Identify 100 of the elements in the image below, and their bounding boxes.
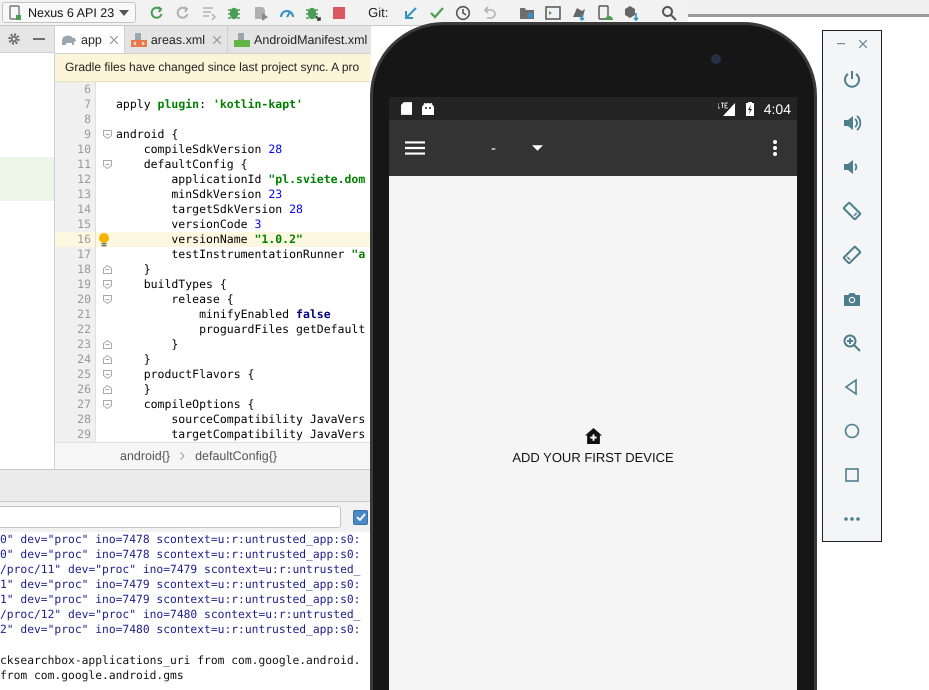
close-icon[interactable] (213, 36, 222, 44)
editor-tab[interactable]: app (55, 26, 125, 53)
sync-notification: Gradle files have changed since last project sync. A pro (55, 54, 371, 82)
code-line: versionCode 3 (170, 217, 262, 232)
editor-tab[interactable]: areas.xml (124, 26, 228, 53)
phone-icon[interactable] (597, 4, 614, 20)
log-line: 1" dev="proc" ino=7479 scontext=u:r:untrusted_app:s0: (0, 577, 362, 592)
lightbulb-icon[interactable] (98, 232, 110, 246)
code-line: release { (170, 292, 234, 307)
fold-marker-icon[interactable] (103, 355, 112, 364)
phone-icon (7, 4, 23, 20)
log-line: /proc/12" dev="proc" ino=7480 scontext=u:r:untrusted_ (0, 607, 362, 622)
home-icon[interactable] (842, 421, 862, 441)
status-time: 4:04 (764, 100, 791, 116)
menu-icon[interactable] (405, 141, 425, 155)
log-line: 0" dev="proc" ino=7478 scontext=u:r:untrusted_app:s0: (0, 532, 362, 547)
add-home-icon[interactable] (584, 428, 602, 444)
rotate-icon[interactable] (842, 245, 862, 265)
battery-charging-icon (746, 102, 754, 116)
breadcrumb[interactable]: defaultConfig{} (195, 448, 278, 462)
chevron-icon (180, 452, 186, 460)
code-line: targetCompatibility JavaVers (170, 427, 366, 442)
close-icon[interactable] (110, 36, 118, 44)
stop-icon[interactable] (331, 4, 348, 20)
overview-icon[interactable] (842, 465, 862, 485)
line-number: 29 (55, 427, 95, 442)
rotate-icon[interactable] (842, 201, 862, 221)
line-number: 12 (55, 172, 95, 187)
clock-icon[interactable] (455, 4, 472, 20)
zoom-icon[interactable] (842, 333, 862, 353)
search-icon[interactable] (661, 4, 678, 20)
line-number: 7 (55, 97, 95, 112)
fold-marker-icon[interactable] (103, 370, 112, 379)
logcat-filter-field[interactable] (0, 506, 341, 528)
code-line: } (170, 337, 178, 352)
code-line: apply plugin: 'kotlin-kapt' (116, 97, 303, 112)
app-title[interactable]: - (491, 140, 496, 156)
fold-marker-icon[interactable] (103, 385, 112, 394)
dropdown-caret-icon (119, 10, 130, 16)
fold-marker-icon[interactable] (103, 130, 112, 139)
volume-up-icon[interactable] (842, 113, 862, 133)
code-line: productFlavors { (142, 367, 254, 382)
log-line: cksearchbox-applications_uri from com.google.android. (0, 653, 362, 668)
power-icon[interactable] (842, 69, 862, 89)
line-number: 15 (55, 217, 95, 232)
regex-checkbox[interactable] (353, 510, 368, 524)
code-line: } (142, 262, 151, 277)
line-number: 21 (55, 307, 95, 322)
editor-tab[interactable]: AndroidManifest.xml (228, 26, 368, 53)
sd-card-icon (401, 102, 412, 115)
settings-icon[interactable] (7, 32, 21, 46)
code-line: } (142, 382, 151, 397)
log-line: from com.google.android.gms (0, 668, 185, 683)
git-label: Git: (368, 5, 388, 20)
line-number: 18 (55, 262, 95, 277)
fold-marker-icon[interactable] (103, 400, 112, 409)
line-number: 17 (55, 247, 95, 262)
selected-row-highlight (0, 157, 54, 201)
line-number: 8 (55, 112, 95, 127)
line-number: 19 (55, 277, 95, 292)
lte-signal-icon (718, 102, 736, 116)
code-line: testInstrumentationRunner "a (170, 247, 366, 262)
dropdown-caret-icon[interactable] (532, 145, 543, 151)
code-line: applicationId "pl.sviete.dom (170, 172, 366, 187)
terminal-icon[interactable] (545, 4, 562, 20)
code-line: sourceCompatibility JavaVers (170, 412, 366, 427)
breadcrumb[interactable]: android{} (120, 448, 170, 462)
fold-marker-icon[interactable] (103, 265, 112, 274)
code-line: compileOptions { (142, 397, 254, 412)
code-line: proguardFiles getDefault (198, 322, 366, 337)
xml-file-icon (130, 32, 147, 46)
fold-marker-icon[interactable] (103, 160, 112, 169)
line-number: 23 (55, 337, 95, 352)
line-number: 25 (55, 367, 95, 382)
arrow-icon[interactable] (403, 4, 420, 20)
cube-icon[interactable] (623, 4, 640, 20)
device-selector[interactable]: Nexus 6 API 23 (2, 2, 136, 23)
circular-arrow-icon[interactable] (149, 4, 166, 20)
code-line: minSdkVersion 23 (170, 187, 282, 202)
code-line: minifyEnabled false (198, 307, 331, 322)
line-number: 10 (55, 142, 95, 157)
code-line: compileSdkVersion 28 (142, 142, 282, 157)
log-line: 0" dev="proc" ino=7478 scontext=u:r:untrusted_app:s0: (0, 547, 362, 562)
close-icon[interactable] (859, 40, 867, 48)
checkmark-icon[interactable] (429, 4, 446, 20)
elephant-icon (61, 34, 77, 46)
line-number: 24 (55, 352, 95, 367)
line-number: 20 (55, 292, 95, 307)
fold-marker-icon[interactable] (103, 295, 112, 304)
minimize-icon[interactable] (837, 43, 845, 45)
camera-icon (711, 54, 721, 64)
line-number: 13 (55, 187, 95, 202)
more-options-icon[interactable] (773, 140, 777, 156)
line-number: 14 (55, 202, 95, 217)
line-number: 6 (55, 82, 95, 97)
line-number: 9 (55, 127, 95, 142)
log-line: /proc/11" dev="proc" ino=7479 scontext=u:r:untrusted_ (0, 562, 362, 577)
fold-marker-icon[interactable] (103, 280, 112, 289)
fold-marker-icon[interactable] (103, 340, 112, 349)
code-line: buildTypes { (142, 277, 227, 292)
